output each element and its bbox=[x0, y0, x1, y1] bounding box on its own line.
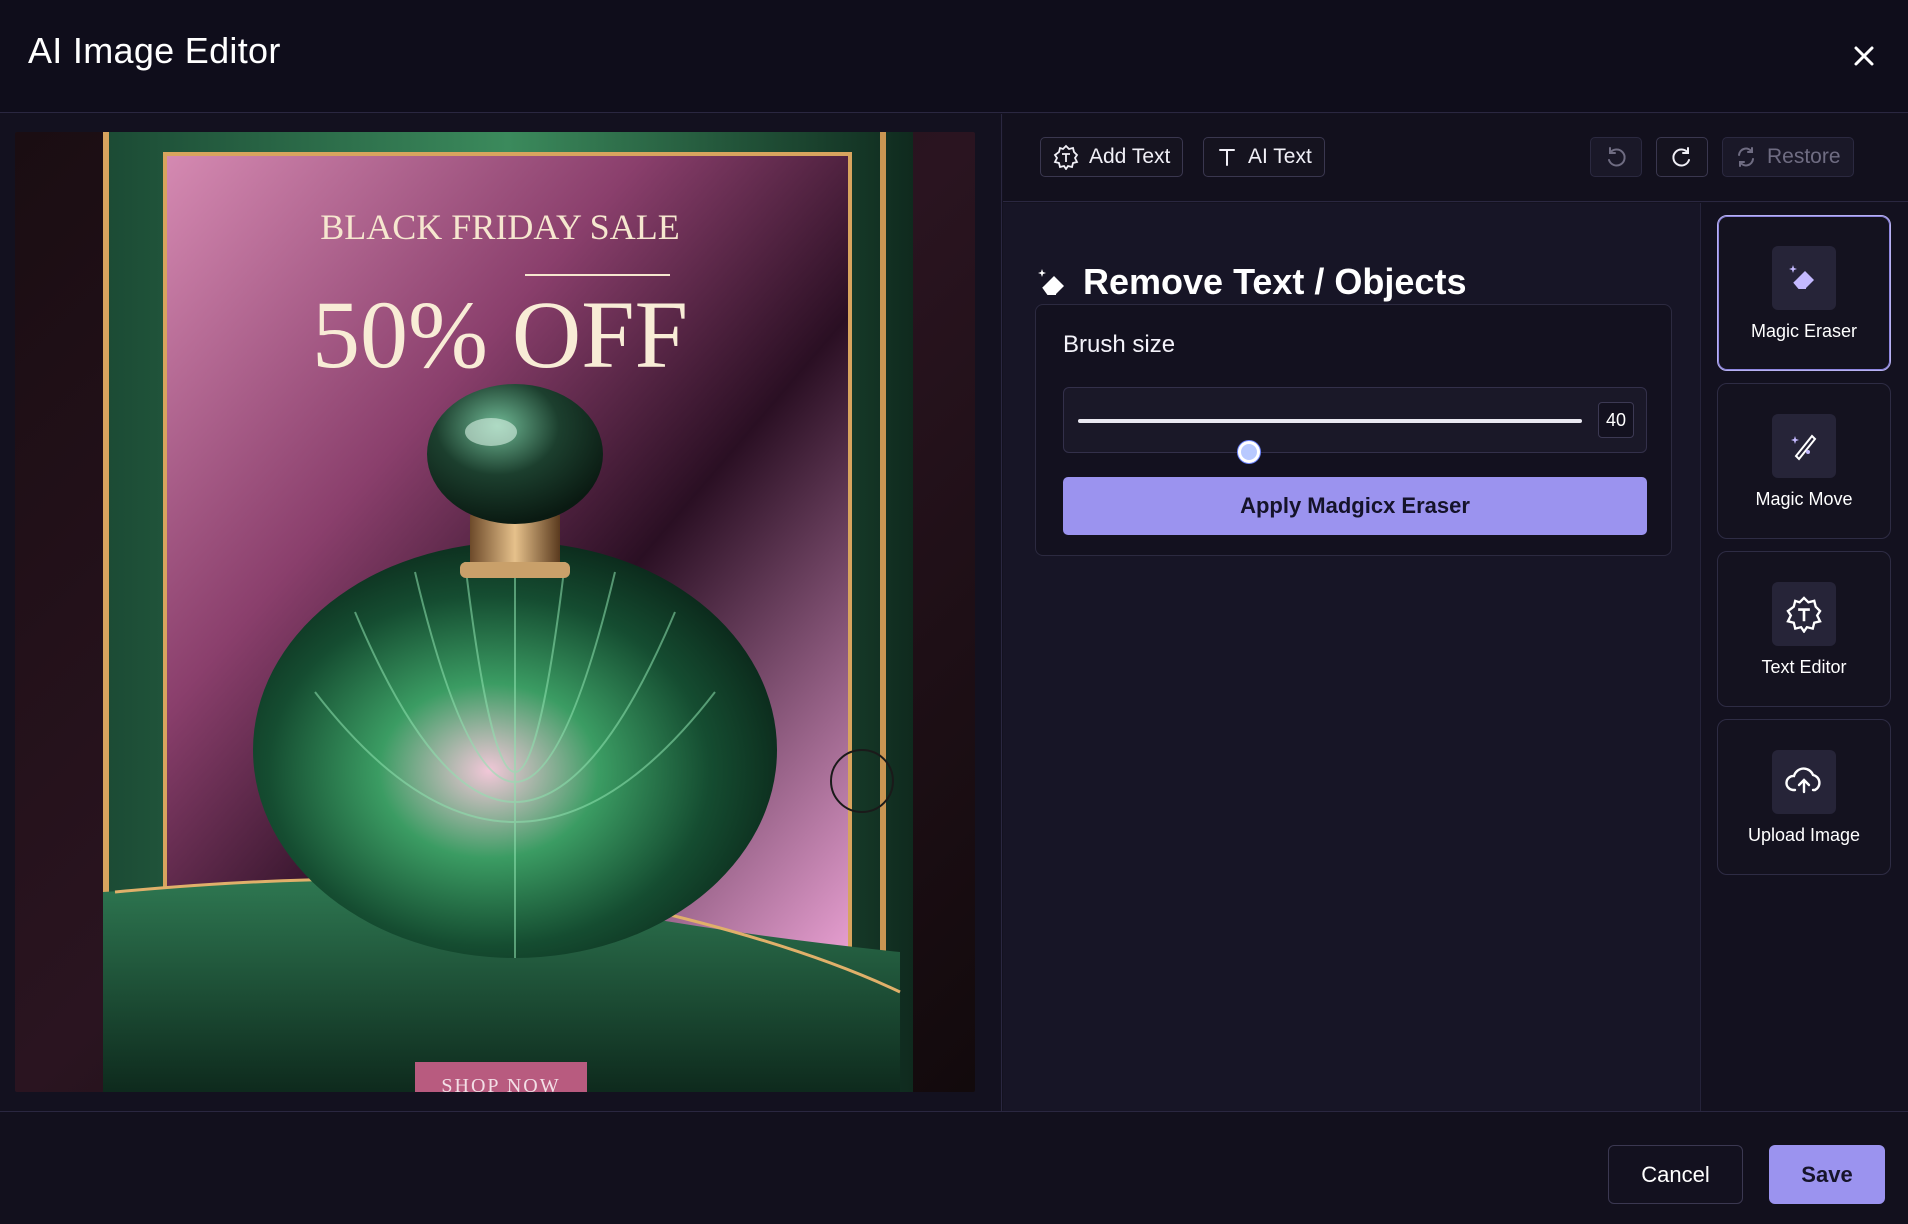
tool-text-editor[interactable]: Text Editor bbox=[1717, 551, 1891, 707]
image-canvas-area: BLACK FRIDAY SALE 50% OFF SHOP NOW bbox=[0, 114, 1002, 1111]
image-cta-text: SHOP NOW bbox=[441, 1075, 560, 1092]
tool-upload-image[interactable]: Upload Image bbox=[1717, 719, 1891, 875]
undo-icon bbox=[1608, 147, 1626, 167]
brush-size-label: Brush size bbox=[1063, 331, 1176, 358]
tool-label: Magic Eraser bbox=[1750, 321, 1858, 341]
apply-eraser-button[interactable]: Apply Madgicx Eraser bbox=[1063, 477, 1647, 535]
magic-wand-icon bbox=[1772, 414, 1836, 478]
slider-thumb[interactable] bbox=[1238, 441, 1261, 463]
modal-header: AI Image Editor bbox=[0, 0, 1908, 113]
close-icon[interactable] bbox=[1846, 38, 1882, 74]
brush-size-slider[interactable] bbox=[1078, 419, 1582, 463]
image-headline-text: BLACK FRIDAY SALE bbox=[320, 207, 679, 247]
restore-label: Restore bbox=[1767, 145, 1841, 168]
undo-button[interactable] bbox=[1590, 137, 1642, 177]
tool-label: Text Editor bbox=[1761, 657, 1847, 677]
tool-label: Magic Move bbox=[1755, 489, 1853, 509]
text-badge-icon bbox=[1772, 582, 1836, 646]
brush-size-slider-box: 40 bbox=[1063, 387, 1647, 463]
tool-magic-eraser[interactable]: Magic Eraser bbox=[1717, 215, 1891, 371]
restore-button[interactable]: Restore bbox=[1722, 137, 1854, 177]
modal-title: AI Image Editor bbox=[28, 30, 281, 71]
editor-side-panel: Add Text AI Text Restore Remove Text / O… bbox=[1003, 114, 1908, 1111]
eraser-sparkle-icon bbox=[1038, 269, 1064, 295]
tool-selector-column: Magic Eraser Magic Move Text Editor Uplo… bbox=[1700, 203, 1908, 1111]
tool-label: Upload Image bbox=[1747, 825, 1861, 845]
tool-magic-move[interactable]: Magic Move bbox=[1717, 383, 1891, 539]
redo-icon bbox=[1672, 147, 1690, 167]
save-button[interactable]: Save bbox=[1769, 1145, 1885, 1204]
cloud-upload-icon bbox=[1772, 750, 1836, 814]
restore-icon bbox=[1738, 147, 1754, 167]
editable-image[interactable]: BLACK FRIDAY SALE 50% OFF SHOP NOW bbox=[15, 132, 975, 1092]
ai-text-label: AI Text bbox=[1248, 145, 1312, 168]
ai-image-editor-modal: AI Image Editor BLACK FRIDAY SALE 50% OF… bbox=[0, 0, 1908, 1224]
cancel-button[interactable]: Cancel bbox=[1608, 1145, 1743, 1204]
add-text-label: Add Text bbox=[1089, 145, 1171, 168]
add-text-button[interactable]: Add Text bbox=[1040, 137, 1184, 177]
section-title-text: Remove Text / Objects bbox=[1083, 261, 1467, 302]
editor-toolbar: Add Text AI Text Restore bbox=[1003, 114, 1908, 202]
section-title: Remove Text / Objects bbox=[1037, 261, 1466, 303]
redo-button[interactable] bbox=[1656, 137, 1708, 177]
ai-text-button[interactable]: AI Text bbox=[1203, 137, 1325, 177]
brush-settings-card: Brush size 40 Apply Madgicx Eraser bbox=[1035, 304, 1672, 556]
text-t-icon bbox=[1219, 149, 1235, 166]
modal-footer: Cancel Save bbox=[0, 1111, 1908, 1224]
brush-size-value[interactable]: 40 bbox=[1598, 402, 1634, 438]
image-offer-text: 50% OFF bbox=[312, 281, 688, 388]
text-badge-icon bbox=[1053, 144, 1079, 170]
eraser-icon bbox=[1772, 246, 1836, 310]
